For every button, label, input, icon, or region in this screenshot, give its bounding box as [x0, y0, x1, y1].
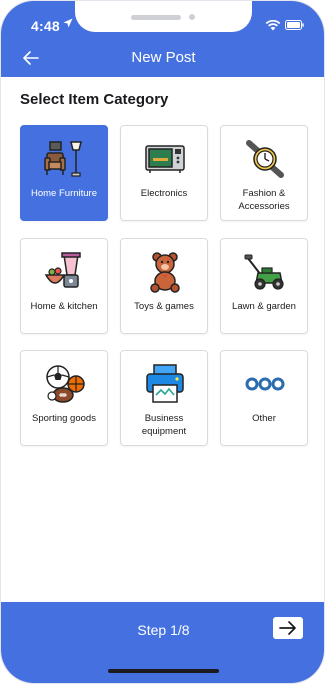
battery-icon: [285, 20, 304, 30]
wifi-icon: [265, 20, 281, 31]
category-tile-lawn-garden[interactable]: Lawn & garden: [220, 238, 308, 334]
speaker-grille: [131, 15, 181, 20]
status-time: 4:48: [31, 18, 60, 34]
next-button[interactable]: [273, 617, 303, 639]
lawn-mower-icon: [244, 254, 284, 290]
device-notch: [75, 1, 252, 32]
section-title: Select Item Category: [20, 91, 169, 108]
page-title: New Post: [131, 49, 196, 66]
category-label: Sporting goods: [32, 413, 96, 424]
category-tile-fashion-accessories[interactable]: Fashion & Accessories: [220, 125, 308, 221]
phone-screen: 4:48 New Post Select Item Category Home …: [0, 0, 325, 684]
front-camera: [189, 14, 195, 20]
more-dots-icon: [245, 377, 285, 391]
category-tile-other[interactable]: Other: [220, 350, 308, 446]
category-label: Home Furniture: [31, 188, 97, 199]
teddy-bear-icon: [150, 252, 180, 293]
category-tile-sporting-goods[interactable]: Sporting goods: [20, 350, 108, 446]
watch-icon: [246, 140, 284, 178]
arrow-right-icon: [279, 621, 296, 635]
category-tile-electronics[interactable]: Electronics: [120, 125, 208, 221]
footer-bar: Step 1/8: [1, 602, 324, 683]
category-tile-toys-games[interactable]: Toys & games: [120, 238, 208, 334]
category-label: Other: [252, 413, 276, 424]
category-label: Business equipment: [141, 413, 187, 437]
sports-balls-icon: [46, 365, 85, 403]
blender-icon: [44, 252, 81, 288]
category-label: Home & kitchen: [30, 301, 98, 312]
category-tile-home-furniture[interactable]: Home Furniture: [20, 125, 108, 221]
category-tile-home-kitchen[interactable]: Home & kitchen: [20, 238, 108, 334]
category-label: Electronics: [140, 188, 188, 199]
category-label: Fashion & Accessories: [238, 188, 290, 212]
microwave-icon: [145, 145, 185, 173]
category-label: Lawn & garden: [232, 301, 296, 312]
furniture-icon: [44, 141, 82, 177]
location-arrow-icon: [63, 18, 73, 28]
home-indicator: [108, 669, 219, 673]
category-label: Toys & games: [134, 301, 194, 312]
header-bar: 4:48 New Post: [1, 1, 324, 77]
category-tile-business-equipment[interactable]: Business equipment: [120, 350, 208, 446]
printer-icon: [146, 364, 184, 403]
